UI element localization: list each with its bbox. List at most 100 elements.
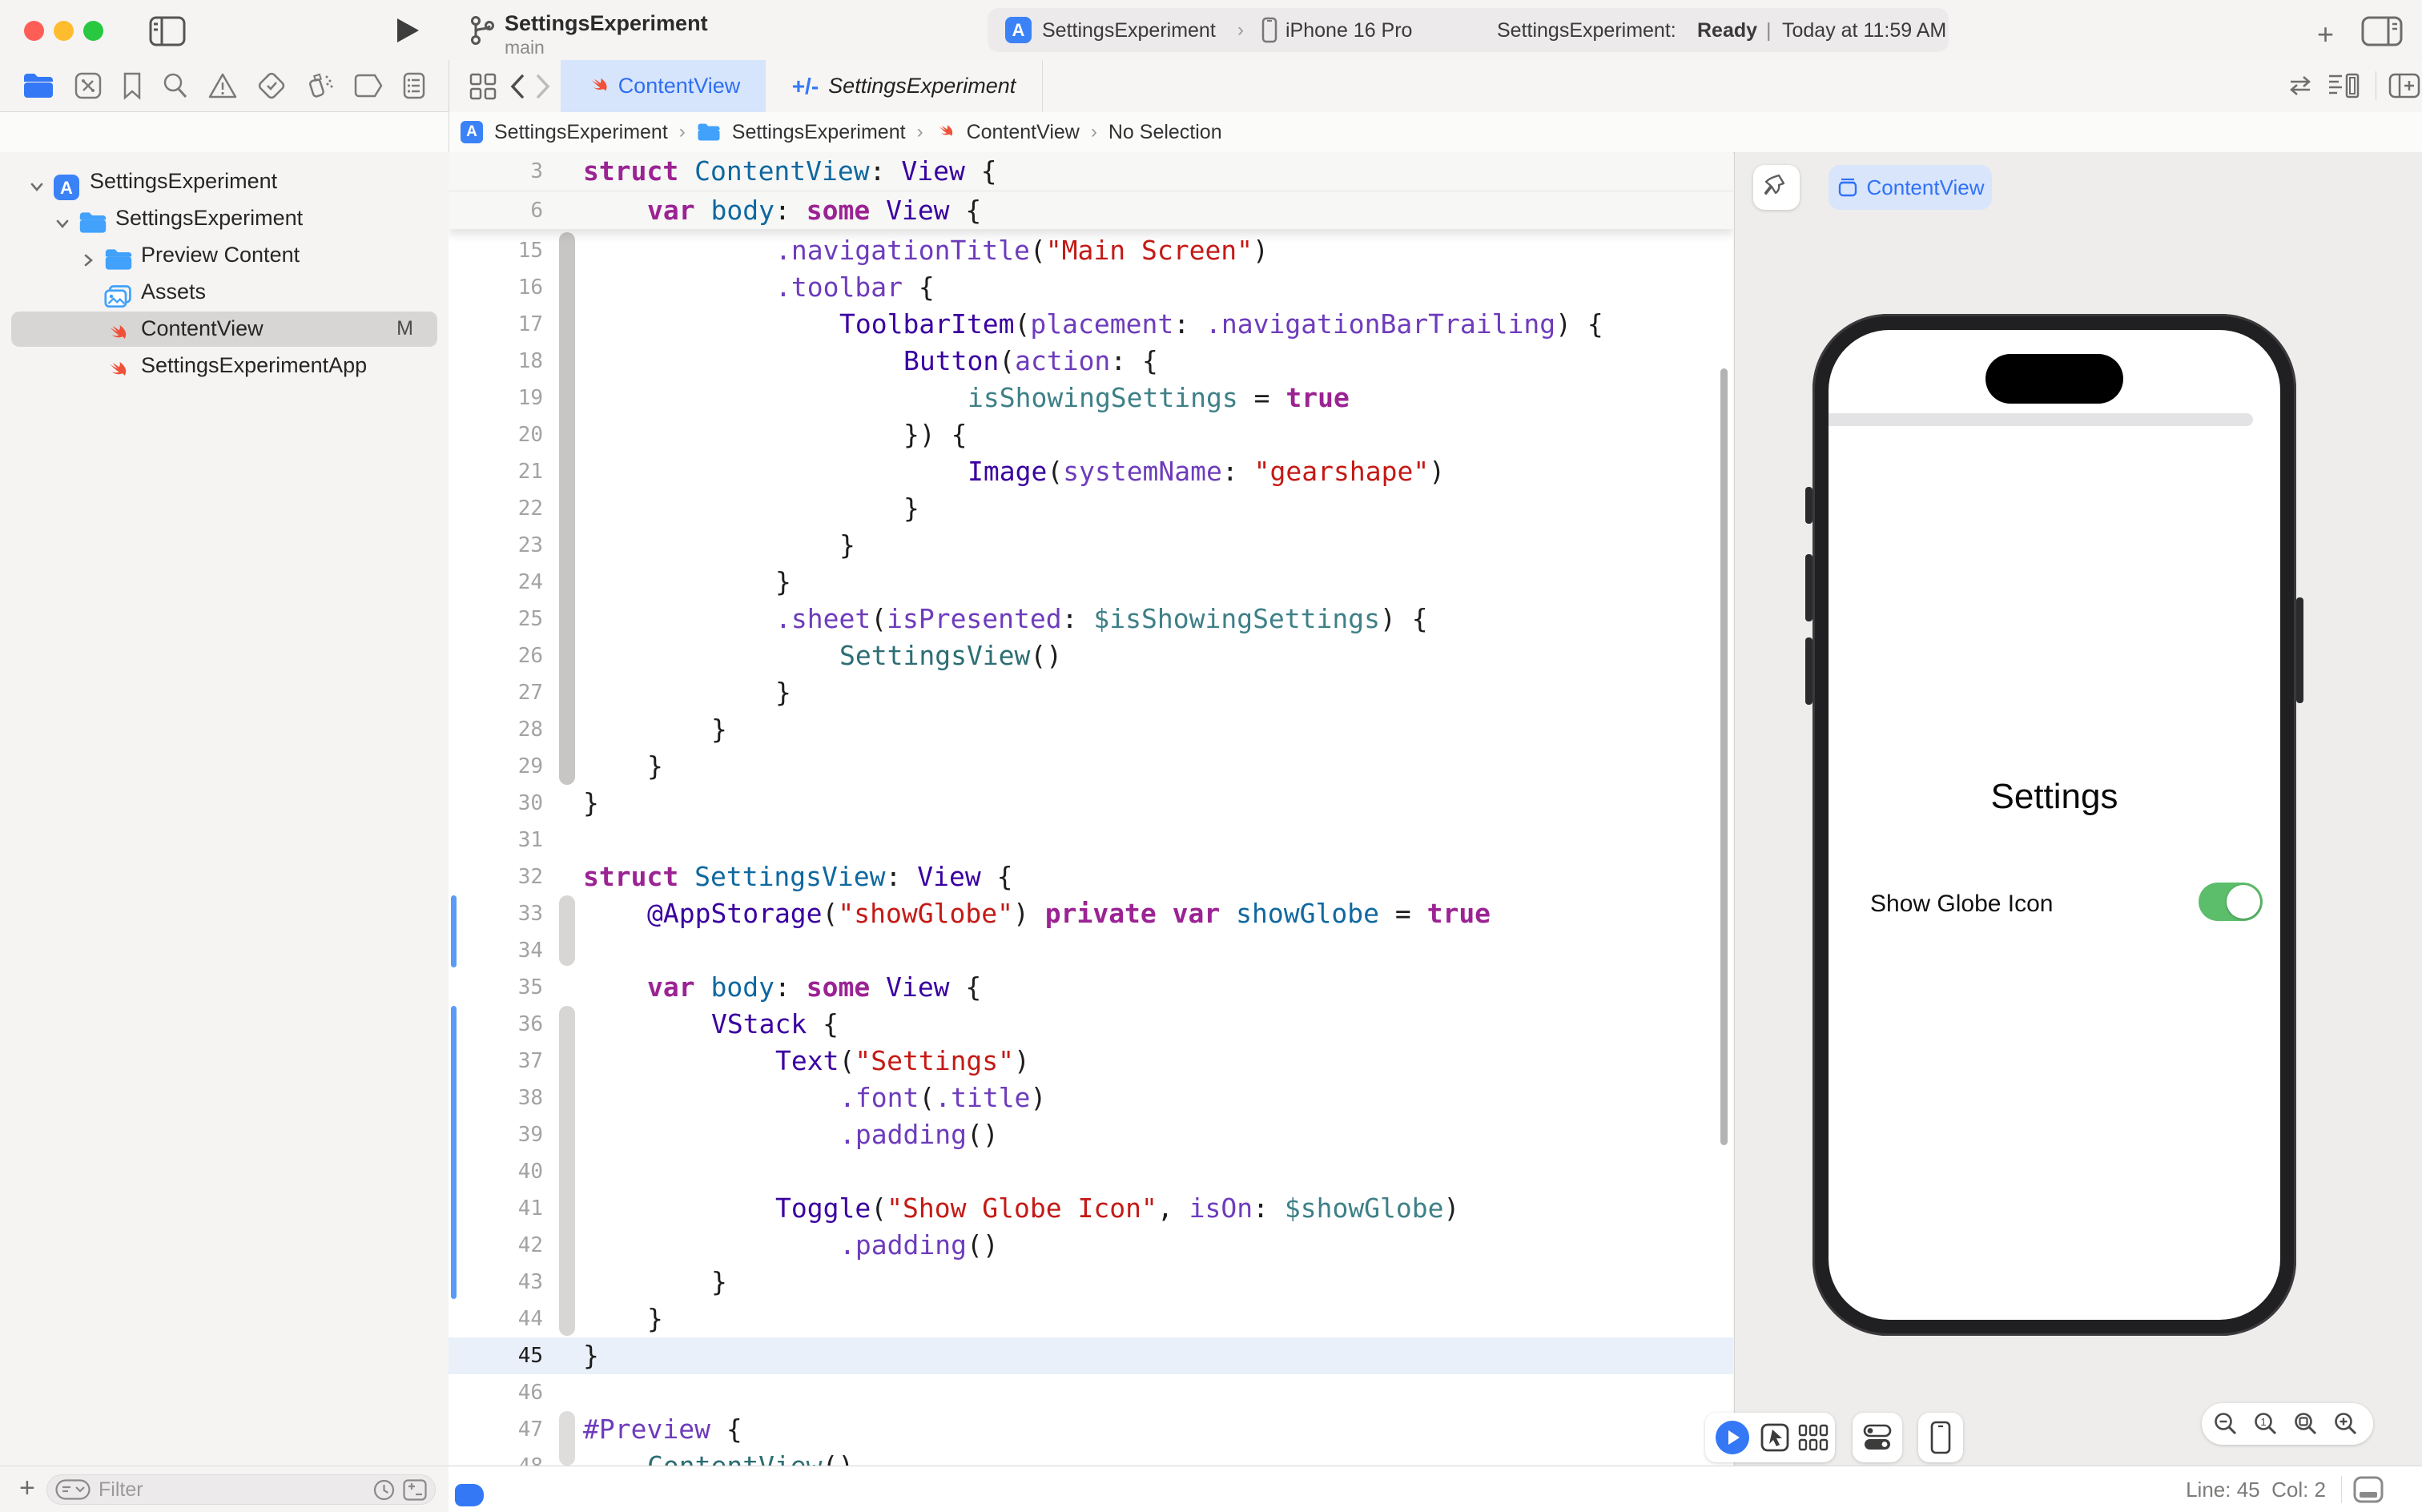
code-line-39[interactable]: 39.padding() (449, 1116, 1733, 1153)
code-line-18[interactable]: 18Button(action: { (449, 343, 1733, 380)
code-text: } (583, 674, 791, 711)
code-line-36[interactable]: 36VStack { (449, 1006, 1733, 1043)
code-line-48[interactable]: 48ContentView() (449, 1448, 1733, 1466)
zoom-fit-icon[interactable] (2293, 1411, 2319, 1437)
code-line-45[interactable]: 45} (449, 1337, 1733, 1374)
variants-grid-icon[interactable] (1798, 1422, 1829, 1453)
code-line-40[interactable]: 40 (449, 1153, 1733, 1190)
code-line-24[interactable]: 24} (449, 564, 1733, 601)
swap-editor-icon[interactable] (2287, 74, 2313, 97)
preview-device-button[interactable] (1918, 1413, 1963, 1462)
add-item-icon[interactable]: + (2317, 18, 2334, 51)
zoom-in-icon[interactable] (2333, 1411, 2359, 1437)
code-line-34[interactable]: 34 (449, 932, 1733, 969)
code-line-32[interactable]: 32struct SettingsView: View { (449, 859, 1733, 895)
code-line-41[interactable]: 41Toggle("Show Globe Icon", isOn: $showG… (449, 1190, 1733, 1227)
scheme-status-bar[interactable]: A SettingsExperiment › iPhone 16 Pro Set… (988, 8, 1949, 52)
navigator-row-settingsexperimentapp[interactable]: SettingsExperimentApp (0, 348, 449, 384)
navigator-row-settingsexperiment[interactable]: ASettingsExperiment (0, 163, 449, 200)
toggle-inspector-icon[interactable] (2361, 16, 2403, 46)
code-line-20[interactable]: 20}) { (449, 416, 1733, 453)
selectable-mode-icon[interactable] (1760, 1422, 1790, 1453)
run-button[interactable] (394, 16, 421, 45)
navigator-row-settingsexperiment[interactable]: SettingsExperiment (0, 200, 449, 237)
source-control-navigator-icon[interactable] (74, 71, 103, 100)
code-line-37[interactable]: 37Text("Settings") (449, 1043, 1733, 1080)
code-line-38[interactable]: 38.font(.title) (449, 1080, 1733, 1116)
breakpoint-navigator-icon[interactable] (352, 74, 383, 98)
test-navigator-icon[interactable] (257, 71, 286, 100)
editor-layout-grid-icon[interactable] (469, 73, 497, 100)
bookmark-navigator-icon[interactable] (122, 71, 143, 100)
debug-navigator-icon[interactable] (305, 70, 334, 101)
code-line-29[interactable]: 29} (449, 748, 1733, 785)
source-editor[interactable]: 15.navigationTitle("Main Screen")16.tool… (449, 152, 1733, 1466)
device-settings-button[interactable] (1853, 1413, 1902, 1462)
breadcrumb-file[interactable]: ContentView (967, 121, 1080, 144)
toggle-sidebar-icon[interactable] (149, 16, 186, 46)
preview-target-chip[interactable]: ContentView (1829, 165, 1992, 210)
live-preview-play-icon[interactable] (1716, 1421, 1749, 1454)
code-line-26[interactable]: 26SettingsView() (449, 637, 1733, 674)
go-forward-icon[interactable] (535, 74, 551, 99)
code-line-25[interactable]: 25.sheet(isPresented: $isShowingSettings… (449, 601, 1733, 637)
navigator-row-preview-content[interactable]: Preview Content (0, 237, 449, 274)
close-window-button[interactable] (24, 21, 44, 41)
code-line-15[interactable]: 15.navigationTitle("Main Screen") (449, 232, 1733, 269)
navigator-row-assets[interactable]: Assets (0, 274, 449, 311)
zoom-out-icon[interactable] (2213, 1411, 2239, 1437)
zoom-100-icon[interactable]: 1 (2253, 1411, 2279, 1437)
code-line-19[interactable]: 19isShowingSettings = true (449, 380, 1733, 416)
code-line-3[interactable]: 3struct ContentView: View { (449, 152, 1733, 191)
add-editor-icon[interactable] (2388, 73, 2420, 99)
code-line-46[interactable]: 46 (449, 1374, 1733, 1411)
activity-state: Ready (1697, 19, 1757, 42)
go-back-icon[interactable] (509, 74, 525, 99)
code-line-6[interactable]: 6var body: some View { (449, 191, 1733, 230)
toggle-bottom-bar-icon[interactable] (2353, 1476, 2384, 1503)
code-line-17[interactable]: 17ToolbarItem(placement: .navigationBarT… (449, 306, 1733, 343)
breakpoint-indicator[interactable] (455, 1484, 484, 1506)
fold-ribbon[interactable] (559, 232, 575, 785)
find-navigator-icon[interactable] (161, 71, 188, 100)
pin-preview-button[interactable] (1753, 165, 1800, 210)
fold-ribbon[interactable] (559, 895, 575, 966)
zoom-window-button[interactable] (83, 21, 103, 41)
code-line-28[interactable]: 28} (449, 711, 1733, 748)
issue-navigator-icon[interactable] (207, 72, 238, 99)
code-line-42[interactable]: 42.padding() (449, 1227, 1733, 1264)
minimap-icon[interactable] (2327, 73, 2360, 99)
scheme-name[interactable]: SettingsExperiment (1042, 19, 1216, 42)
filter-field[interactable]: Filter (46, 1474, 436, 1505)
breadcrumb-project[interactable]: SettingsExperiment (494, 121, 668, 144)
code-line-21[interactable]: 21Image(systemName: "gearshape") (449, 453, 1733, 490)
code-line-23[interactable]: 23} (449, 527, 1733, 564)
code-line-35[interactable]: 35var body: some View { (449, 969, 1733, 1006)
code-line-30[interactable]: 30} (449, 785, 1733, 822)
editor-scrollbar[interactable] (1720, 368, 1728, 1145)
tab-settingsexperiment[interactable]: +/- SettingsExperiment (766, 60, 1043, 112)
code-line-16[interactable]: 16.toolbar { (449, 269, 1733, 306)
tab-contentview[interactable]: ContentView (561, 60, 766, 112)
code-line-44[interactable]: 44} (449, 1301, 1733, 1337)
recent-files-clock-icon[interactable] (373, 1479, 395, 1501)
code-line-27[interactable]: 27} (449, 674, 1733, 711)
code-line-31[interactable]: 31 (449, 822, 1733, 859)
code-line-22[interactable]: 22} (449, 490, 1733, 527)
fold-ribbon[interactable] (559, 1411, 575, 1466)
run-destination[interactable]: iPhone 16 Pro (1285, 19, 1412, 42)
show-globe-toggle[interactable] (2199, 883, 2263, 921)
chevron-down-icon (54, 215, 70, 231)
minimize-window-button[interactable] (54, 21, 74, 41)
breadcrumb-selection[interactable]: No Selection (1108, 121, 1222, 144)
fold-ribbon[interactable] (559, 1006, 575, 1336)
code-line-43[interactable]: 43} (449, 1264, 1733, 1301)
report-navigator-icon[interactable] (402, 71, 426, 100)
source-control-filter-icon[interactable] (403, 1479, 427, 1501)
project-navigator-icon[interactable] (22, 72, 54, 99)
add-file-icon[interactable]: + (19, 1473, 35, 1504)
code-line-47[interactable]: 47#Preview { (449, 1411, 1733, 1448)
code-line-33[interactable]: 33@AppStorage("showGlobe") private var s… (449, 895, 1733, 932)
breadcrumb-group[interactable]: SettingsExperiment (732, 121, 906, 144)
navigator-row-contentview[interactable]: ContentViewM (0, 311, 449, 348)
